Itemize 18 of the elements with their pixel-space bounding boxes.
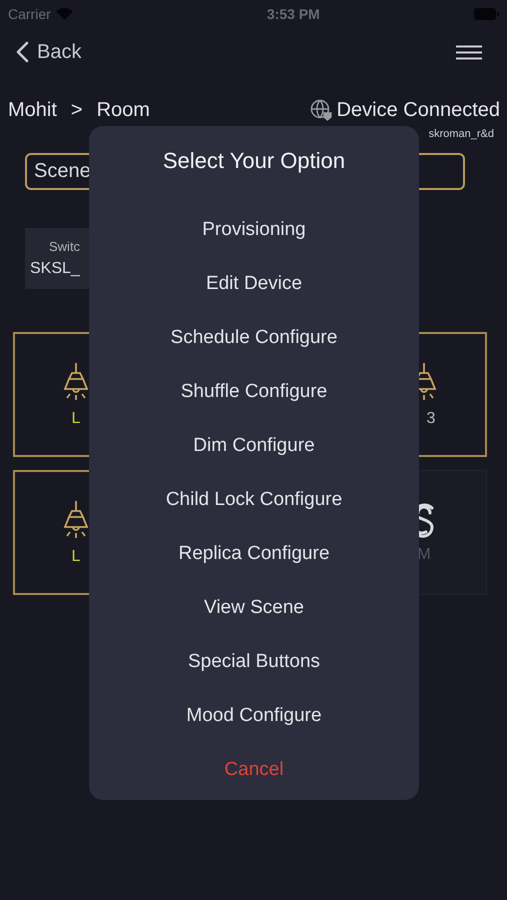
wifi-icon	[56, 8, 73, 20]
globe-icon	[310, 99, 332, 121]
breadcrumb-home[interactable]: Mohit	[8, 98, 57, 122]
option-button[interactable]: Special Buttons	[89, 635, 419, 689]
account-name: skroman_r&d	[428, 128, 495, 142]
option-button[interactable]: Provisioning	[89, 203, 419, 257]
carrier-label: Carrier	[8, 6, 51, 22]
battery-icon	[474, 8, 499, 20]
menu-icon[interactable]	[456, 44, 482, 60]
option-button[interactable]: Edit Device	[89, 257, 419, 311]
breadcrumb-room[interactable]: Room	[96, 98, 150, 122]
option-button[interactable]: Mood Configure	[89, 689, 419, 743]
chevron-icon	[16, 41, 29, 63]
status-time: 3:53 PM	[266, 6, 320, 22]
connection-status: Device Connected	[336, 98, 500, 122]
back-button[interactable]: Back	[16, 40, 82, 64]
breadcrumb-separator: >	[70, 98, 83, 122]
dialog-title: Select Your Option	[162, 148, 346, 175]
